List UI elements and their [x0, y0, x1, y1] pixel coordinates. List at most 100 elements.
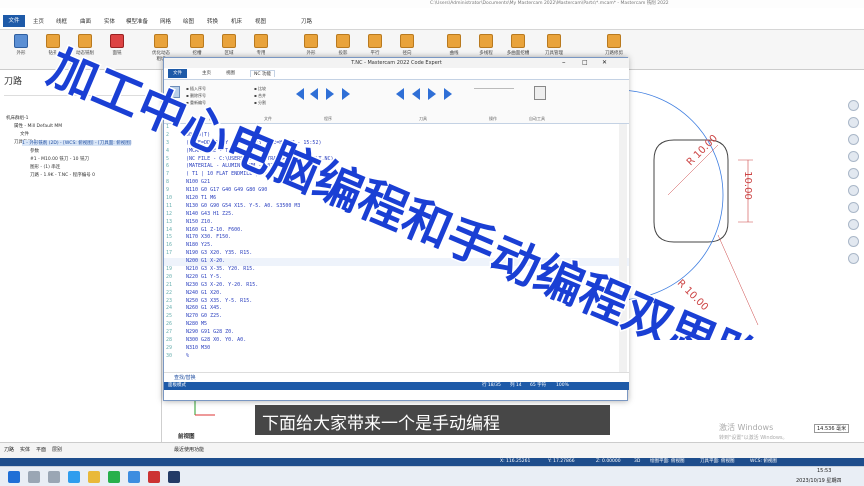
- code-line[interactable]: N160 G1 Z-10. F600.: [186, 227, 616, 235]
- edge-icon[interactable]: [68, 471, 80, 483]
- tree-tool[interactable]: #1 - M10.00 铣刀 - 10 铣刀: [30, 156, 89, 162]
- close-icon[interactable]: ✕: [602, 59, 607, 66]
- prev-program-icon[interactable]: [310, 88, 318, 100]
- menu-toolpaths[interactable]: 刀路: [301, 17, 312, 25]
- zoom-icon[interactable]: [848, 100, 859, 111]
- code-line[interactable]: N290 G91 G28 Z0.: [186, 329, 616, 337]
- folder-icon[interactable]: [88, 471, 100, 483]
- tab-view[interactable]: 视图: [226, 70, 235, 76]
- operation-nav[interactable]: [474, 88, 514, 100]
- code-line[interactable]: N150 Z10.: [186, 219, 616, 227]
- shading-icon[interactable]: [848, 219, 859, 230]
- code-line[interactable]: N200 G1 X-20.: [186, 258, 616, 266]
- next-tool-icon[interactable]: [428, 88, 436, 100]
- edit-tool-row[interactable]: ▪ 删除序号: [186, 92, 246, 99]
- ribbon-contour-button[interactable]: 外形: [10, 34, 32, 62]
- task-view-icon[interactable]: [48, 471, 60, 483]
- code-line[interactable]: N310 M30: [186, 345, 616, 353]
- code-expert-icon[interactable]: [168, 471, 180, 483]
- tab-recent-functions[interactable]: 最近使用功能: [174, 446, 204, 453]
- nc-code-editor[interactable]: 1234567891011121314151617181920212223242…: [164, 124, 629, 372]
- code-line[interactable]: N230 G3 X-20. Y-20. R15.: [186, 282, 616, 290]
- last-program-icon[interactable]: [342, 88, 350, 100]
- next-program-icon[interactable]: [326, 88, 334, 100]
- tree-files[interactable]: 文件: [20, 131, 29, 137]
- front-view-icon[interactable]: [848, 185, 859, 196]
- file-tool-row[interactable]: ▪ 分割: [254, 99, 284, 106]
- tree-operation[interactable]: 1 - 外形铣削 (2D) - [WCS: 俯视图] - [刀具面: 俯视图]: [22, 140, 132, 146]
- ribbon-drill-button[interactable]: 钻孔: [42, 34, 64, 62]
- edit-tool-row[interactable]: ▪ 重新编号: [186, 99, 246, 106]
- menu-home[interactable]: 主页: [33, 17, 44, 25]
- auto-tool-icon[interactable]: [534, 86, 546, 100]
- tab-levels[interactable]: 层别: [52, 446, 62, 453]
- first-program-icon[interactable]: [296, 88, 304, 100]
- code-line[interactable]: N250 G3 X35. Y-5. R15.: [186, 298, 616, 306]
- status-tplane[interactable]: 刀具平面: 俯视图: [700, 458, 734, 466]
- code-line[interactable]: %: [186, 124, 616, 132]
- menu-machine[interactable]: 机床: [231, 17, 242, 25]
- search-icon[interactable]: [28, 471, 40, 483]
- code-line[interactable]: O0000(T): [186, 132, 616, 140]
- menu-model-prep[interactable]: 模型准备: [126, 17, 148, 25]
- code-line[interactable]: N120 T1 M6: [186, 195, 616, 203]
- menu-mesh[interactable]: 网格: [160, 17, 171, 25]
- code-line[interactable]: N210 G3 X-35. Y20. R15.: [186, 266, 616, 274]
- tab-solids[interactable]: 实体: [20, 446, 30, 453]
- minimize-icon[interactable]: –: [562, 58, 566, 66]
- status-cplane[interactable]: 绘图平面: 俯视图: [650, 458, 684, 466]
- code-line[interactable]: N220 G1 Y-5.: [186, 274, 616, 282]
- file-tool-row[interactable]: ▪ 比较: [254, 85, 284, 92]
- menu-drafting[interactable]: 绘图: [183, 17, 194, 25]
- wechat-icon[interactable]: [108, 471, 120, 483]
- fit-icon[interactable]: [848, 151, 859, 162]
- code-line[interactable]: N170 X30. F150.: [186, 234, 616, 242]
- menu-transform[interactable]: 转换: [207, 17, 218, 25]
- code-line[interactable]: %: [186, 353, 616, 361]
- pan-icon[interactable]: [848, 134, 859, 145]
- code-line[interactable]: N260 G1 X45.: [186, 305, 616, 313]
- status-wcs[interactable]: WCS: 俯视图: [750, 458, 777, 466]
- code-text[interactable]: % O0000(T) (DATE=DD-MM-YY - 19-10-23 TIME=…: [186, 124, 616, 372]
- file-tool-row[interactable]: ▪ 合并: [254, 92, 284, 99]
- code-line[interactable]: N140 G43 H1 Z25.: [186, 211, 616, 219]
- tree-machine-group[interactable]: 机床群组-1: [6, 115, 29, 121]
- code-line[interactable]: N100 G21: [186, 179, 616, 187]
- menu-surface[interactable]: 曲面: [80, 17, 91, 25]
- tree-geometry[interactable]: 图形 - (1) 串连: [30, 164, 60, 170]
- code-line[interactable]: N300 G28 X0. Y0. A0.: [186, 337, 616, 345]
- code-line[interactable]: ( T1 | 10 FLAT ENDMILL | H1 ): [186, 171, 616, 179]
- graphics-viewport[interactable]: R 10.00 10.00 R 10.00 激活 Windows 转到"设置"以…: [512, 70, 864, 442]
- status-3d[interactable]: 3D: [634, 458, 640, 466]
- app-icon[interactable]: [128, 471, 140, 483]
- code-line[interactable]: N110 G0 G17 G40 G49 G80 G90: [186, 187, 616, 195]
- tree-params[interactable]: 参数: [30, 148, 39, 154]
- last-tool-icon[interactable]: [444, 88, 452, 100]
- prev-tool-icon[interactable]: [412, 88, 420, 100]
- mastercam-icon[interactable]: [148, 471, 160, 483]
- tab-planes[interactable]: 平面: [36, 446, 46, 453]
- vertical-scrollbar[interactable]: [619, 124, 627, 372]
- menu-wireframe[interactable]: 线框: [56, 17, 67, 25]
- code-line[interactable]: (DATE=DD-MM-YY - 19-10-23 TIME=HH:MM - 1…: [186, 140, 616, 148]
- ribbon-dynamic-mill-button[interactable]: 动态铣削: [74, 34, 96, 62]
- tree-toolpath[interactable]: 刀路 - 1.9K - T.NC - 程序编号 0: [30, 172, 95, 178]
- settings-icon[interactable]: [848, 253, 859, 264]
- windows-start-icon[interactable]: [8, 471, 20, 483]
- menu-view[interactable]: 视图: [255, 17, 266, 25]
- file-tab[interactable]: 文件: [3, 15, 25, 27]
- tab-toolpaths[interactable]: 刀路: [4, 446, 14, 453]
- tab-nc-functions[interactable]: NC 功能: [250, 70, 275, 77]
- wireframe-icon[interactable]: [848, 236, 859, 247]
- tab-file[interactable]: 文件: [168, 69, 187, 78]
- maximize-icon[interactable]: □: [582, 59, 588, 66]
- code-line[interactable]: N130 G0 G90 G54 X15. Y-5. A0. S3500 M3: [186, 203, 616, 211]
- code-line[interactable]: (MATERIAL - ALUMINUM MM - 2024): [186, 163, 616, 171]
- code-line[interactable]: N190 G3 X20. Y35. R15.: [186, 250, 616, 258]
- tree-properties[interactable]: 属性 - Mill Default MM: [14, 123, 62, 129]
- tab-home[interactable]: 主页: [202, 70, 211, 76]
- code-line[interactable]: (NC FILE - C:\USERS\ADMINISTRATOR\DOCUME…: [186, 156, 616, 164]
- format-icon[interactable]: [170, 86, 180, 98]
- code-line[interactable]: (MCAM FILE - T): [186, 148, 616, 156]
- top-view-icon[interactable]: [848, 168, 859, 179]
